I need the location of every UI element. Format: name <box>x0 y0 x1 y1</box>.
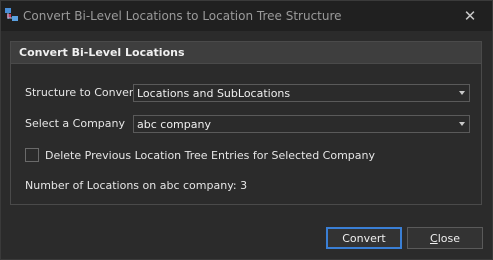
structure-select-value: Locations and SubLocations <box>137 87 291 100</box>
structure-select[interactable]: Locations and SubLocations <box>133 84 470 102</box>
structure-label: Structure to Convert <box>25 86 138 99</box>
location-count-text: Number of Locations on abc company: 3 <box>25 179 248 192</box>
chevron-down-icon[interactable] <box>459 122 465 126</box>
convert-button-label: Convert <box>342 231 386 245</box>
close-button-label: Close <box>430 231 460 245</box>
app-icon <box>5 8 19 22</box>
convert-group-box: Convert Bi-Level Locations Structure to … <box>10 41 482 205</box>
group-title: Convert Bi-Level Locations <box>19 46 185 59</box>
group-header: Convert Bi-Level Locations <box>11 42 481 64</box>
company-select-value: abc company <box>137 118 211 131</box>
convert-button[interactable]: Convert <box>326 227 402 249</box>
chevron-down-icon[interactable] <box>459 91 465 95</box>
delete-previous-checkbox[interactable] <box>25 148 39 162</box>
window-title: Convert Bi-Level Locations to Location T… <box>23 9 342 23</box>
close-button[interactable]: Close <box>407 227 483 249</box>
title-bar: Convert Bi-Level Locations to Location T… <box>1 1 492 31</box>
company-label: Select a Company <box>25 117 125 130</box>
delete-previous-label[interactable]: Delete Previous Location Tree Entries fo… <box>45 149 375 162</box>
close-icon[interactable]: ✕ <box>459 5 481 27</box>
dialog-window: Convert Bi-Level Locations to Location T… <box>0 0 493 260</box>
company-select[interactable]: abc company <box>133 115 470 133</box>
